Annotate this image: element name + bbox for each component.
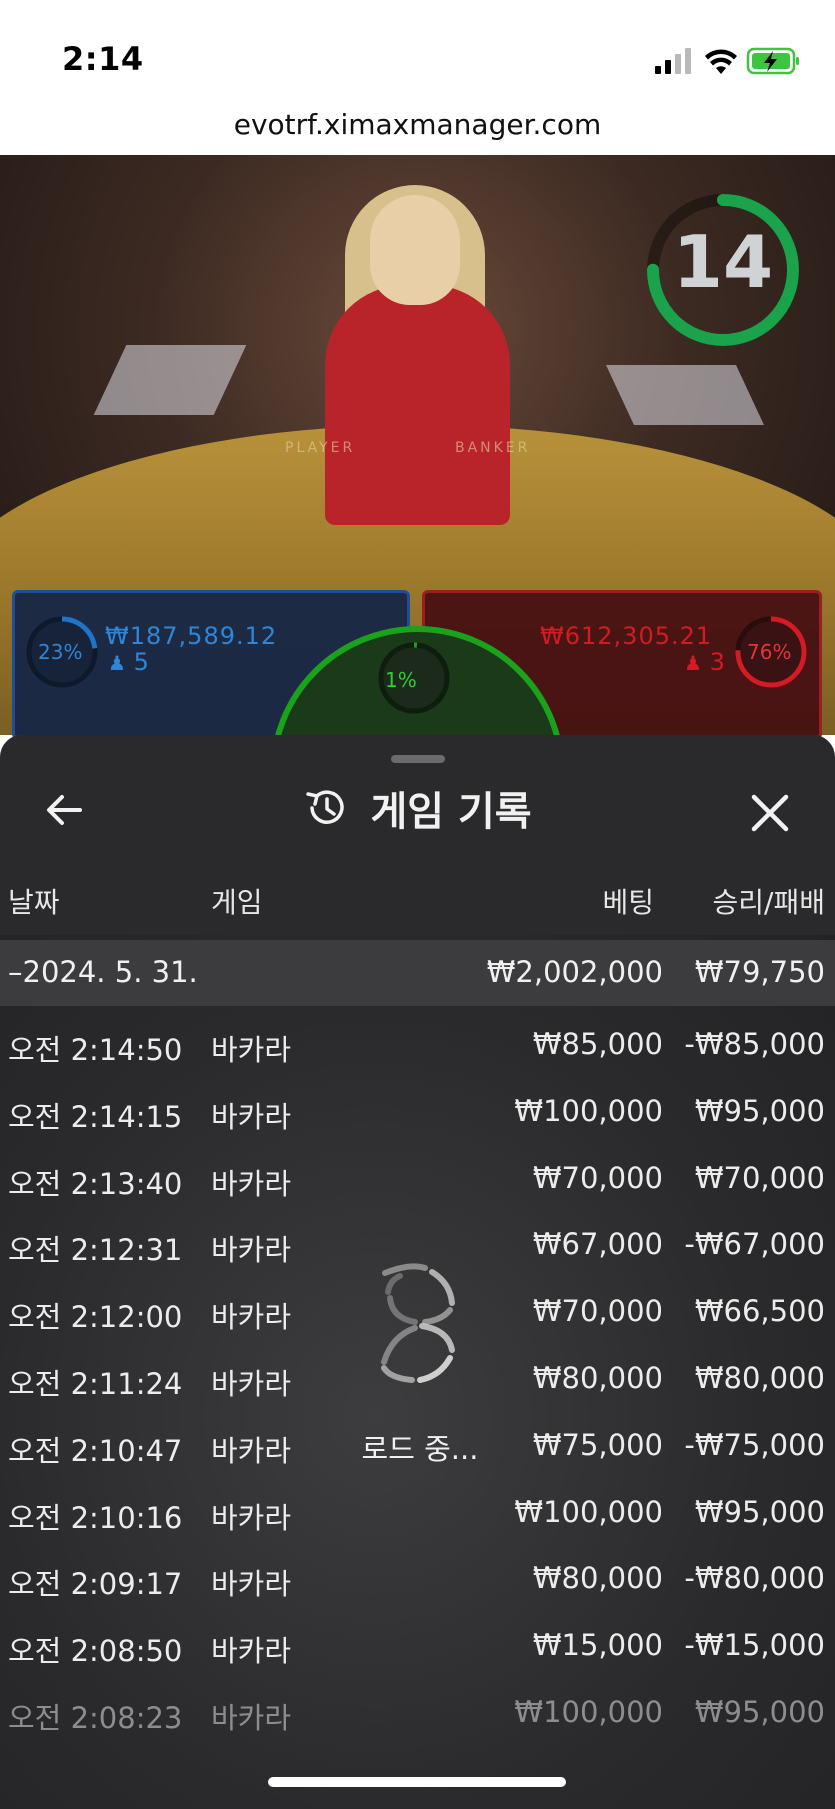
sheet-title: 게임 기록 <box>370 789 532 835</box>
person-icon: ♟ <box>108 651 126 675</box>
tie-percent: 1% <box>385 668 417 692</box>
dealer-head <box>370 195 460 305</box>
table-row[interactable]: 오전 2:10:16 바카라 ₩100,000 ₩95,000 <box>0 1495 835 1561</box>
table-row[interactable]: 오전 2:08:50 바카라 ₩15,000 -₩15,000 <box>0 1628 835 1694</box>
banker-percent: 76% <box>747 640 792 664</box>
player-percent: 23% <box>38 640 83 664</box>
row-time: 오전 2:13:40 <box>8 1166 183 1201</box>
dealer-body <box>325 285 510 525</box>
home-indicator[interactable] <box>268 1777 566 1787</box>
row-bet: ₩80,000 <box>532 1561 663 1596</box>
row-winloss: -₩67,000 <box>684 1227 825 1262</box>
felt-banker-label: BANKER <box>455 440 531 456</box>
close-icon[interactable] <box>742 785 798 841</box>
row-bet: ₩85,000 <box>532 1027 663 1061</box>
row-game: 바카라 <box>211 1033 292 1067</box>
table-row[interactable]: 오전 2:14:50 바카라 ₩85,000 -₩85,000 <box>0 1027 835 1093</box>
countdown-number: 14 <box>672 220 774 304</box>
table-row[interactable]: 오전 2:08:23 바카라 ₩100,000 ₩95,000 <box>0 1695 835 1761</box>
table-row[interactable]: 오전 2:14:15 바카라 ₩100,000 ₩95,000 <box>0 1094 835 1160</box>
row-game: 바카라 <box>211 1099 292 1134</box>
row-bet: ₩70,000 <box>532 1160 663 1195</box>
row-bet: ₩100,000 <box>514 1093 663 1128</box>
table-row[interactable]: 오전 2:09:17 바카라 ₩80,000 -₩80,000 <box>0 1561 835 1627</box>
row-time: 오전 2:08:50 <box>8 1634 183 1669</box>
row-bet: ₩100,000 <box>514 1695 663 1729</box>
history-icon <box>306 790 345 824</box>
date-group-winloss: ₩79,750 <box>694 955 825 989</box>
row-time: 오전 2:10:16 <box>8 1500 183 1535</box>
row-time: 오전 2:10:47 <box>8 1433 183 1468</box>
column-bet: 베팅 <box>602 886 654 919</box>
row-game: 바카라 <box>211 1166 292 1201</box>
person-icon: ♟ <box>684 651 702 675</box>
row-bet: ₩15,000 <box>532 1628 663 1663</box>
row-bet: ₩75,000 <box>532 1427 663 1462</box>
row-winloss: ₩80,000 <box>694 1361 825 1395</box>
banker-count-value: 3 <box>709 648 725 676</box>
loading-text: 로드 중... <box>361 1432 479 1466</box>
felt-player-label: PLAYER <box>285 440 356 456</box>
row-winloss: ₩70,000 <box>694 1160 825 1195</box>
row-bet: ₩100,000 <box>514 1494 663 1529</box>
row-time: 오전 2:14:15 <box>8 1099 183 1134</box>
row-winloss: -₩15,000 <box>684 1628 825 1663</box>
date-group-bet: ₩2,002,000 <box>486 955 663 989</box>
row-game: 바카라 <box>211 1701 292 1735</box>
row-winloss: -₩75,000 <box>684 1427 825 1462</box>
loading-spinner-icon <box>381 1263 455 1383</box>
row-game: 바카라 <box>211 1367 292 1401</box>
row-game: 바카라 <box>211 1634 292 1669</box>
card-shoe-right <box>606 365 764 425</box>
banker-bet-total: ₩612,305.21 <box>540 622 713 650</box>
date-group-date: –2024. 5. 31. <box>8 955 198 989</box>
column-winloss: 승리/패배 <box>712 886 825 919</box>
signal-icon <box>655 48 691 74</box>
row-time: 오전 2:11:24 <box>8 1367 183 1401</box>
row-time: 오전 2:12:00 <box>8 1300 183 1335</box>
row-game: 바카라 <box>211 1233 292 1268</box>
row-time: 오전 2:09:17 <box>8 1567 183 1602</box>
column-date: 날짜 <box>8 886 60 919</box>
row-game: 바카라 <box>211 1500 292 1535</box>
row-winloss: -₩80,000 <box>684 1561 825 1596</box>
row-game: 바카라 <box>211 1433 292 1468</box>
status-bar: 2:14 <box>0 0 835 100</box>
card-shoe-left <box>93 345 247 415</box>
player-count-value: 5 <box>133 648 149 676</box>
row-winloss: ₩95,000 <box>694 1494 825 1529</box>
row-game: 바카라 <box>211 1300 292 1335</box>
row-bet: ₩70,000 <box>532 1294 663 1329</box>
battery-icon <box>746 47 799 75</box>
status-icons <box>655 47 799 75</box>
row-game: 바카라 <box>211 1567 292 1602</box>
player-bet-total: ₩187,589.12 <box>105 622 278 650</box>
wifi-icon <box>705 49 737 74</box>
row-winloss: ₩95,000 <box>694 1695 825 1729</box>
date-group-row[interactable]: –2024. 5. 31. ₩2,002,000 ₩79,750 <box>0 940 835 1006</box>
row-time: 오전 2:12:31 <box>8 1233 183 1268</box>
row-time: 오전 2:08:23 <box>8 1701 183 1735</box>
player-count: ♟ 5 <box>108 648 149 676</box>
row-winloss: -₩85,000 <box>684 1027 825 1061</box>
row-winloss: ₩95,000 <box>694 1093 825 1128</box>
sheet-drag-handle[interactable] <box>391 755 445 763</box>
row-time: 오전 2:14:50 <box>8 1033 183 1067</box>
table-row[interactable]: 오전 2:13:40 바카라 ₩70,000 ₩70,000 <box>0 1161 835 1227</box>
banker-count: ♟ 3 <box>684 648 725 676</box>
browser-url[interactable]: evotrf.ximaxmanager.com <box>0 108 835 141</box>
status-time: 2:14 <box>62 40 144 78</box>
sheet-header: 게임 기록 <box>0 779 835 849</box>
column-game: 게임 <box>211 886 263 919</box>
row-bet: ₩67,000 <box>532 1227 663 1262</box>
row-winloss: ₩66,500 <box>694 1294 825 1329</box>
row-bet: ₩80,000 <box>532 1361 663 1395</box>
